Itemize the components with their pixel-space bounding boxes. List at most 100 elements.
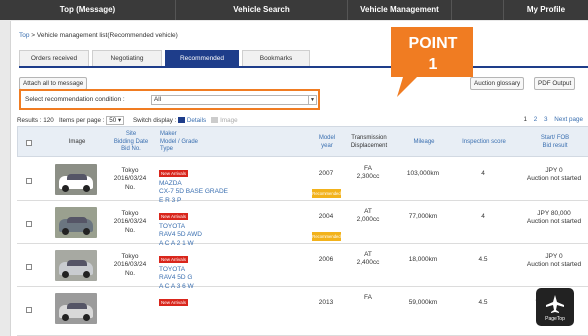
vehicle-thumbnail[interactable] bbox=[55, 293, 97, 324]
details-view-link[interactable]: Details bbox=[187, 117, 206, 124]
header-inspection-score[interactable]: Inspection score bbox=[452, 127, 516, 158]
tab-bookmarks[interactable]: Bookmarks bbox=[242, 50, 310, 66]
items-per-page-label: Items per page : bbox=[59, 117, 105, 124]
breadcrumb-top-link[interactable]: Top bbox=[19, 32, 29, 39]
maker-cell: New Arrivals bbox=[159, 291, 304, 309]
nav-vehicle-search[interactable]: Vehicle Search bbox=[176, 0, 348, 20]
nav-top-message[interactable]: Top (Message) bbox=[0, 0, 176, 20]
table-row: Tokyo 2016/03/24 No. New Arrivals TOYOTA… bbox=[17, 244, 588, 290]
bidding-date: 2016/03/24 bbox=[113, 218, 147, 226]
nav-vehicle-management[interactable]: Vehicle Management bbox=[348, 0, 452, 20]
header-site[interactable]: Site Bidding Date Bid No. bbox=[106, 127, 156, 158]
breadcrumb-current: Vehicle management list(Recommended vehi… bbox=[36, 32, 178, 39]
model-grade[interactable]: RAV4 5D G bbox=[159, 274, 304, 282]
inspection-score: 4.5 bbox=[478, 299, 488, 306]
callout-line2: 1 bbox=[429, 56, 438, 73]
transmission: FA bbox=[364, 294, 372, 301]
condition-select[interactable]: All ▼ bbox=[151, 95, 317, 105]
tab-bar: Orders received Negotiating Recommended … bbox=[19, 50, 588, 68]
transmission: FA bbox=[364, 165, 372, 172]
image-view-link[interactable]: Image bbox=[220, 117, 238, 124]
transmission-cell: FA bbox=[343, 294, 393, 302]
maker-cell: New Arrivals TOYOTA RAV4 5D AWD A C A 2 … bbox=[159, 205, 304, 248]
recommendation-condition-box: Select recommendation condition : All ▼ bbox=[19, 89, 320, 110]
vehicle-thumbnail[interactable] bbox=[55, 164, 97, 195]
callout-line1: POINT bbox=[409, 35, 458, 52]
tab-recommended[interactable]: Recommended bbox=[165, 50, 239, 67]
bid-number: No. bbox=[124, 269, 136, 277]
maker-name[interactable]: MAZDA bbox=[159, 180, 304, 188]
auction-glossary-button[interactable]: Auction glossary bbox=[470, 77, 525, 90]
start-fob: JPY 80,000 bbox=[537, 210, 571, 217]
mileage: 103,000km bbox=[406, 170, 440, 177]
site-cell: Tokyo 2016/03/24 No. bbox=[105, 167, 155, 192]
inspection-score: 4 bbox=[481, 213, 485, 220]
select-all-column bbox=[24, 127, 34, 158]
header-year[interactable]: Model year bbox=[312, 127, 342, 158]
condition-label: Select recommendation condition : bbox=[25, 96, 125, 103]
recommended-badge: Recommended bbox=[312, 232, 341, 241]
new-arrivals-badge: New Arrivals bbox=[159, 299, 189, 306]
results-count: Results : 120 bbox=[17, 117, 54, 124]
site-name: Tokyo bbox=[121, 210, 139, 217]
vehicle-thumbnail[interactable] bbox=[55, 207, 97, 238]
pdf-output-button[interactable]: PDF Output bbox=[534, 77, 576, 90]
nav-item-hidden[interactable] bbox=[452, 0, 504, 20]
row-checkbox[interactable] bbox=[26, 221, 32, 227]
row-checkbox[interactable] bbox=[26, 178, 32, 184]
model-grade[interactable]: CX-7 5D BASE GRADE bbox=[159, 188, 304, 196]
header-maker[interactable]: Maker Model / Grade Type bbox=[160, 127, 300, 158]
page-1[interactable]: 1 bbox=[523, 116, 527, 123]
point-callout: POINT 1 bbox=[391, 27, 473, 97]
model-year: 2007 bbox=[318, 170, 334, 177]
header-transmission: Transmission Displacement bbox=[350, 135, 388, 149]
tab-orders-received[interactable]: Orders received bbox=[19, 50, 89, 66]
next-page-link[interactable]: Next page bbox=[554, 116, 583, 123]
airplane-icon bbox=[546, 295, 564, 313]
site-cell: Tokyo 2016/03/24 No. bbox=[105, 210, 155, 235]
nav-my-profile[interactable]: My Profile bbox=[504, 0, 588, 20]
model-grade[interactable]: RAV4 5D AWD bbox=[159, 231, 304, 239]
transmission-cell: AT 2,000cc bbox=[343, 208, 393, 225]
maker-cell: New Arrivals MAZDA CX-7 5D BASE GRADE E … bbox=[159, 162, 304, 205]
model-year: 2004 bbox=[318, 213, 334, 220]
site-name: Tokyo bbox=[121, 167, 139, 174]
displacement: 2,300cc bbox=[356, 173, 380, 181]
page-2[interactable]: 2 bbox=[534, 116, 538, 123]
chevron-down-icon: ▼ bbox=[308, 96, 316, 104]
transmission-cell: AT 2,400cc bbox=[343, 251, 393, 268]
row-checkbox[interactable] bbox=[26, 307, 32, 313]
inspection-score: 4 bbox=[481, 170, 485, 177]
fob-cell: JPY 0 Auction not started bbox=[519, 167, 588, 184]
header-fob[interactable]: Start/ FOB Bid result bbox=[520, 127, 588, 158]
maker-name[interactable]: TOYOTA bbox=[159, 266, 304, 274]
bid-result: Auction not started bbox=[526, 175, 582, 183]
model-year: 2013 bbox=[318, 299, 334, 306]
page-3[interactable]: 3 bbox=[544, 116, 548, 123]
transmission: AT bbox=[364, 208, 372, 215]
details-view-icon[interactable] bbox=[178, 117, 186, 123]
results-toolbar: Results : 120 Items per page : 50 ▾ Swit… bbox=[17, 116, 238, 125]
tab-negotiating[interactable]: Negotiating bbox=[92, 50, 162, 66]
select-all-checkbox[interactable] bbox=[26, 139, 32, 146]
transmission: AT bbox=[364, 251, 372, 258]
displacement: 2,000cc bbox=[356, 216, 380, 224]
pagetop-label: PageTop bbox=[545, 316, 565, 322]
header-mileage[interactable]: Mileage bbox=[398, 127, 450, 158]
image-view-icon[interactable] bbox=[211, 117, 219, 123]
fob-cell: JPY 0 Auction not started bbox=[519, 253, 588, 270]
site-cell: Tokyo 2016/03/24 No. bbox=[105, 253, 155, 278]
row-checkbox[interactable] bbox=[26, 264, 32, 270]
header-image: Image bbox=[68, 138, 86, 145]
mileage: 18,000km bbox=[408, 256, 438, 263]
pagination: 1 2 3 Next page bbox=[518, 116, 583, 123]
maker-name[interactable]: TOYOTA bbox=[159, 223, 304, 231]
model-year: 2006 bbox=[318, 256, 334, 263]
bidding-date: 2016/03/24 bbox=[113, 175, 147, 183]
top-nav: Top (Message) Vehicle Search Vehicle Man… bbox=[0, 0, 588, 20]
mileage: 59,000km bbox=[408, 299, 438, 306]
items-per-page-select[interactable]: 50 ▾ bbox=[106, 116, 125, 125]
bid-number: No. bbox=[124, 183, 136, 191]
vehicle-thumbnail[interactable] bbox=[55, 250, 97, 281]
pagetop-button[interactable]: PageTop bbox=[536, 288, 574, 326]
